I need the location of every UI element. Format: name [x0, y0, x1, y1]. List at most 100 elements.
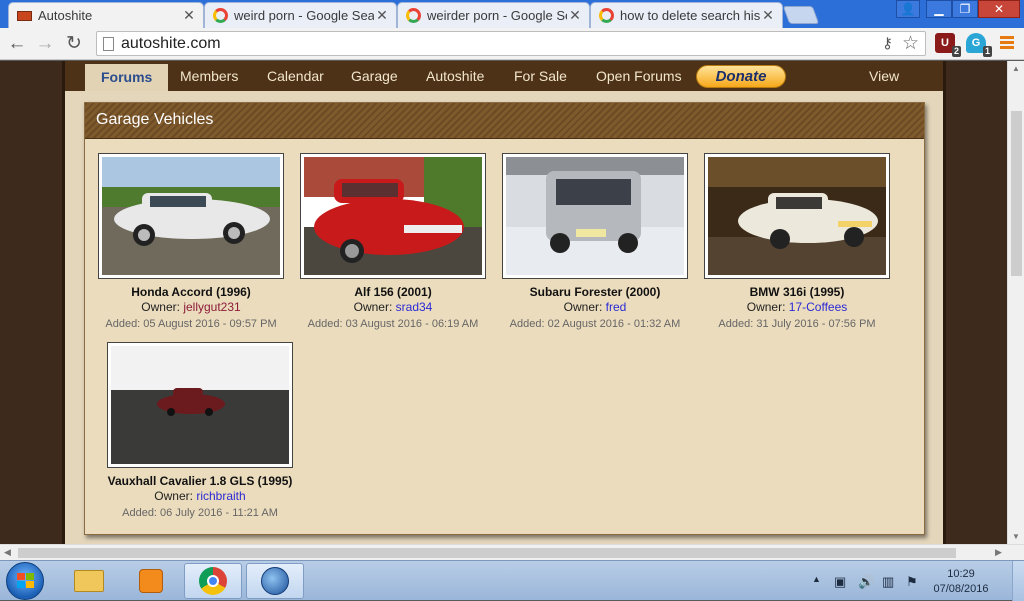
site-container: Forums Members Calendar Garage Autoshite…	[62, 61, 946, 544]
action-center-flag-icon[interactable]: ⚑	[906, 574, 918, 590]
reload-button[interactable]: ↻	[63, 33, 85, 55]
scrollbar-thumb[interactable]	[1011, 111, 1022, 276]
browser-toolbar: ← → ↻ autoshite.com ⚷ ☆ U 2 G 1	[0, 28, 1024, 60]
vehicle-card: BMW 316i (1995) Owner: 17-Coffees Added:…	[697, 153, 897, 330]
vehicle-card: Subaru Forester (2000) Owner: fred Added…	[495, 153, 695, 330]
google-favicon	[599, 8, 614, 23]
thunderbird-icon[interactable]	[246, 563, 304, 599]
tab-autoshite[interactable]: Autoshite ✕	[8, 2, 204, 28]
close-tab-icon[interactable]: ✕	[760, 7, 776, 24]
back-button[interactable]: ←	[6, 33, 28, 55]
vehicle-name[interactable]: Vauxhall Cavalier 1.8 GLS (1995)	[100, 474, 300, 488]
car-photo-image	[111, 346, 289, 464]
vehicle-name[interactable]: BMW 316i (1995)	[697, 285, 897, 299]
speaker-icon[interactable]: 🔊	[858, 574, 874, 590]
owner-link[interactable]: 17-Coffees	[789, 300, 847, 314]
vehicle-photo[interactable]	[502, 153, 688, 279]
vehicle-name[interactable]: Alf 156 (2001)	[293, 285, 493, 299]
close-tab-icon[interactable]: ✕	[567, 7, 583, 24]
explorer-icon[interactable]	[60, 563, 118, 599]
key-icon[interactable]: ⚷	[882, 34, 893, 52]
donate-button[interactable]: Donate	[696, 65, 786, 88]
nav-forums[interactable]: Forums	[85, 64, 169, 91]
vehicle-added-date: Added: 03 August 2016 - 06:19 AM	[307, 318, 479, 330]
panel-title: Garage Vehicles	[96, 111, 214, 128]
vehicle-owner: Owner: srad34	[353, 300, 433, 314]
vehicle-owner: Owner: fred	[563, 300, 627, 314]
tray-expand-icon[interactable]: ▲	[812, 574, 821, 584]
vehicle-added-date: Added: 06 July 2016 - 11:21 AM	[122, 507, 278, 519]
minimize-button[interactable]: ▁	[926, 0, 952, 18]
clock-date: 07/08/2016	[933, 583, 989, 595]
nav-members[interactable]: Members	[164, 61, 254, 91]
system-clock[interactable]: 10:29 07/08/2016	[926, 567, 996, 597]
vehicle-added-date: Added: 31 July 2016 - 07:56 PM	[718, 318, 876, 330]
vehicle-added-date: Added: 02 August 2016 - 01:32 AM	[509, 318, 681, 330]
start-button[interactable]	[6, 562, 44, 600]
scroll-up-icon[interactable]: ▲	[1012, 64, 1020, 73]
garage-vehicles-panel: Garage Vehicles Honda Accord (1996) Owne…	[84, 102, 925, 535]
ublock-icon[interactable]: U 2	[935, 33, 961, 57]
owner-link[interactable]: srad34	[396, 300, 433, 314]
network-icon[interactable]: ▥	[882, 574, 894, 590]
owner-link[interactable]: jellygut231	[183, 300, 240, 314]
tab-google-search-3[interactable]: how to delete search histo ✕	[590, 2, 783, 28]
vehicle-name[interactable]: Subaru Forester (2000)	[495, 285, 695, 299]
user-icon[interactable]: 👤	[896, 0, 920, 18]
scroll-left-icon[interactable]: ◀	[4, 547, 11, 558]
scroll-right-icon[interactable]: ▶	[995, 547, 1002, 558]
owner-link[interactable]: fred	[606, 300, 627, 314]
ghostery-icon[interactable]: G 1	[966, 33, 992, 57]
page-viewport: Forums Members Calendar Garage Autoshite…	[0, 61, 1007, 544]
car-photo-image	[102, 157, 280, 275]
owner-link[interactable]: richbraith	[196, 489, 245, 503]
vehicle-photo[interactable]	[300, 153, 486, 279]
show-desktop-button[interactable]	[1012, 561, 1024, 601]
url-text: autoshite.com	[121, 35, 221, 52]
vehicle-added-date: Added: 05 August 2016 - 09:57 PM	[105, 318, 277, 330]
tab-title: weird porn - Google Searc	[234, 8, 374, 23]
tab-title: weirder porn - Google Sea	[427, 8, 567, 23]
nav-garage[interactable]: Garage	[335, 61, 414, 91]
nav-view-new-content[interactable]: View New Content	[853, 61, 943, 144]
horizontal-scrollbar[interactable]: ◀ ▶	[0, 544, 1024, 560]
new-tab-button[interactable]	[782, 6, 820, 24]
scroll-down-icon[interactable]: ▼	[1012, 532, 1020, 541]
address-bar[interactable]: autoshite.com ⚷ ☆	[96, 31, 926, 56]
browser-tab-strip: Autoshite ✕ weird porn - Google Searc ✕ …	[0, 0, 1024, 28]
scrollbar-thumb[interactable]	[18, 548, 956, 558]
forward-button[interactable]: →	[34, 33, 56, 55]
nav-autoshite[interactable]: Autoshite	[410, 61, 500, 91]
nav-for-sale[interactable]: For Sale	[498, 61, 583, 91]
close-tab-icon[interactable]: ✕	[181, 7, 197, 24]
chrome-menu-icon[interactable]	[1000, 36, 1014, 50]
bookmark-star-icon[interactable]: ☆	[902, 32, 919, 55]
vehicle-photo[interactable]	[107, 342, 293, 468]
taskbar: ▲ ▣ 🔊 ▥ ⚑ 10:29 07/08/2016	[0, 560, 1024, 601]
vehicle-card: Alf 156 (2001) Owner: srad34 Added: 03 A…	[293, 153, 493, 330]
tab-google-search-2[interactable]: weirder porn - Google Sea ✕	[397, 2, 590, 28]
nav-calendar[interactable]: Calendar	[251, 61, 340, 91]
vertical-scrollbar[interactable]: ▲ ▼	[1007, 61, 1024, 544]
tab-title: how to delete search histo	[620, 8, 760, 23]
restore-button[interactable]: ❐	[952, 0, 978, 18]
media-player-icon[interactable]	[122, 563, 180, 599]
chrome-icon[interactable]	[184, 563, 242, 599]
close-tab-icon[interactable]: ✕	[374, 7, 390, 24]
usb-icon[interactable]: ▣	[834, 574, 846, 590]
tab-google-search-1[interactable]: weird porn - Google Searc ✕	[204, 2, 397, 28]
nav-open-forums[interactable]: Open Forums	[580, 61, 698, 91]
page-icon	[103, 37, 114, 51]
panel-header: Garage Vehicles	[85, 103, 924, 139]
close-window-button[interactable]: ✕	[978, 0, 1020, 18]
vehicle-owner: Owner: 17-Coffees	[746, 300, 848, 314]
vehicle-photo[interactable]	[704, 153, 890, 279]
car-photo-image	[708, 157, 886, 275]
windows-logo-icon	[17, 573, 35, 589]
car-photo-image	[304, 157, 482, 275]
vehicle-photo[interactable]	[98, 153, 284, 279]
vehicle-owner: Owner: richbraith	[154, 489, 246, 503]
vehicle-card: Vauxhall Cavalier 1.8 GLS (1995) Owner: …	[100, 342, 300, 519]
vehicle-name[interactable]: Honda Accord (1996)	[91, 285, 291, 299]
site-navbar: Forums Members Calendar Garage Autoshite…	[65, 61, 943, 144]
